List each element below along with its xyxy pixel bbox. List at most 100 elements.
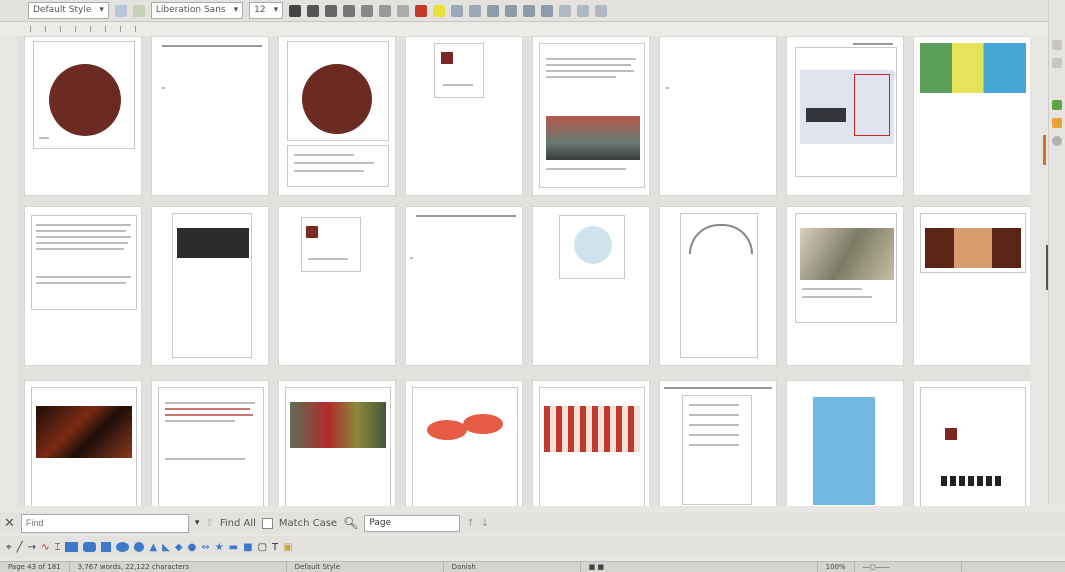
rectangle-icon[interactable] [65,542,79,552]
arrow-up-icon[interactable]: ⇧ [205,518,213,529]
superscript-icon[interactable] [361,4,374,17]
photo-image [463,414,503,434]
photo-image [925,228,1021,268]
arrow-line-icon[interactable]: → [28,542,36,553]
document-page[interactable] [151,206,269,366]
chevron-down-icon: ▾ [99,5,104,15]
update-style-icon[interactable] [114,4,127,17]
font-name-value: Liberation Sans [155,5,226,15]
document-page[interactable] [24,206,142,366]
line-spacing-icon[interactable] [559,4,572,17]
document-page[interactable] [405,380,523,506]
photo-image [177,228,249,258]
highlight-icon[interactable] [433,4,446,17]
flowchart-icon[interactable]: ■ [243,542,252,553]
navigator-icon[interactable] [1052,118,1062,128]
multi-page-view[interactable] [18,36,1030,506]
right-triangle-icon[interactable]: ◣ [162,542,170,553]
match-case-checkbox[interactable] [261,517,273,529]
text-box-icon[interactable]: ⌶ [54,542,60,553]
document-page[interactable] [913,380,1030,506]
underline-icon[interactable] [325,4,338,17]
styles-icon[interactable] [1052,58,1062,68]
triangle-icon[interactable]: ▲ [149,542,157,553]
document-page[interactable] [405,36,523,196]
photo-image [302,64,372,134]
justify-icon[interactable] [541,4,554,17]
photo-image [49,64,121,136]
callout-icon[interactable]: ▬ [229,542,238,553]
font-name-select[interactable]: Liberation Sans ▾ [150,2,244,19]
document-page[interactable] [532,36,650,196]
align-center-icon[interactable] [505,4,518,17]
subscript-icon[interactable] [379,4,392,17]
arrow-down-icon[interactable]: ↓ [481,518,489,529]
curve-icon[interactable]: ∿ [41,542,49,553]
shadow-icon[interactable] [397,4,410,17]
document-page[interactable] [278,380,396,506]
document-page[interactable] [151,380,269,506]
document-page[interactable] [786,380,904,506]
star-icon[interactable]: ★ [215,542,224,553]
photo-image [544,406,640,452]
formatting-toolbar: Default Style ▾ Liberation Sans ▾ 12 ▾ [0,0,1065,22]
font-size-select[interactable]: 12 ▾ [249,2,284,19]
circle-icon[interactable] [134,542,145,552]
frame-icon[interactable]: ▢ [258,542,267,553]
gallery-icon[interactable] [1052,100,1062,110]
document-page[interactable] [913,36,1030,196]
square-icon[interactable] [101,542,112,552]
ellipse-icon[interactable] [116,542,130,552]
arrow-up-icon[interactable]: ↑ [466,518,474,529]
block-arrows-icon[interactable]: ⇔ [201,542,209,553]
bullets-icon[interactable] [451,4,464,17]
italic-icon[interactable] [307,4,320,17]
line-icon[interactable]: ╱ [17,542,23,553]
document-page[interactable] [151,36,269,196]
align-left-icon[interactable] [487,4,500,17]
find-input[interactable] [20,513,189,533]
photo-image [800,228,894,280]
new-style-icon[interactable] [132,4,145,17]
close-icon[interactable]: ✕ [4,516,15,531]
photo-image [427,420,467,440]
text-frame-icon[interactable]: T [272,542,278,553]
compass-icon[interactable] [1052,136,1062,146]
horizontal-ruler[interactable] [0,22,1048,36]
symbol-shapes-icon[interactable]: ● [188,542,197,553]
paragraph-spacing-icon[interactable] [577,4,590,17]
document-page[interactable] [532,380,650,506]
photo-image [813,397,875,505]
strikethrough-icon[interactable] [343,4,356,17]
document-page[interactable] [786,206,904,366]
document-page[interactable] [532,206,650,366]
document-page[interactable] [405,206,523,366]
indent-icon[interactable] [595,4,608,17]
numbering-icon[interactable] [469,4,482,17]
binoculars-icon[interactable]: 🔍︎ [343,516,358,530]
search-scope-select[interactable]: Page [364,514,461,532]
font-color-icon[interactable] [415,4,428,17]
diamond-icon[interactable]: ◆ [175,542,183,553]
document-page[interactable] [278,206,396,366]
chevron-down-icon[interactable]: ▾ [195,518,200,528]
document-page[interactable] [659,206,777,366]
image-icon[interactable]: ▣ [283,542,292,553]
document-page[interactable] [278,36,396,196]
properties-icon[interactable] [1052,40,1062,50]
position-marker [1043,135,1046,165]
find-toolbar: ✕ ▾ ⇧ Find All Match Case 🔍︎ Page ↑ ↓ [0,512,1065,534]
document-page[interactable] [24,36,142,196]
paragraph-style-select[interactable]: Default Style ▾ [28,2,109,19]
document-page[interactable] [659,36,777,196]
match-case-label: Match Case [278,517,338,529]
document-page[interactable] [659,380,777,506]
find-all-button[interactable]: Find All [220,518,256,529]
document-page[interactable] [786,36,904,196]
document-page[interactable] [913,206,1030,366]
bold-icon[interactable] [289,4,302,17]
document-page[interactable] [24,380,142,506]
align-right-icon[interactable] [523,4,536,17]
select-icon[interactable]: ⌖ [6,542,12,553]
rounded-rectangle-icon[interactable] [83,542,97,552]
